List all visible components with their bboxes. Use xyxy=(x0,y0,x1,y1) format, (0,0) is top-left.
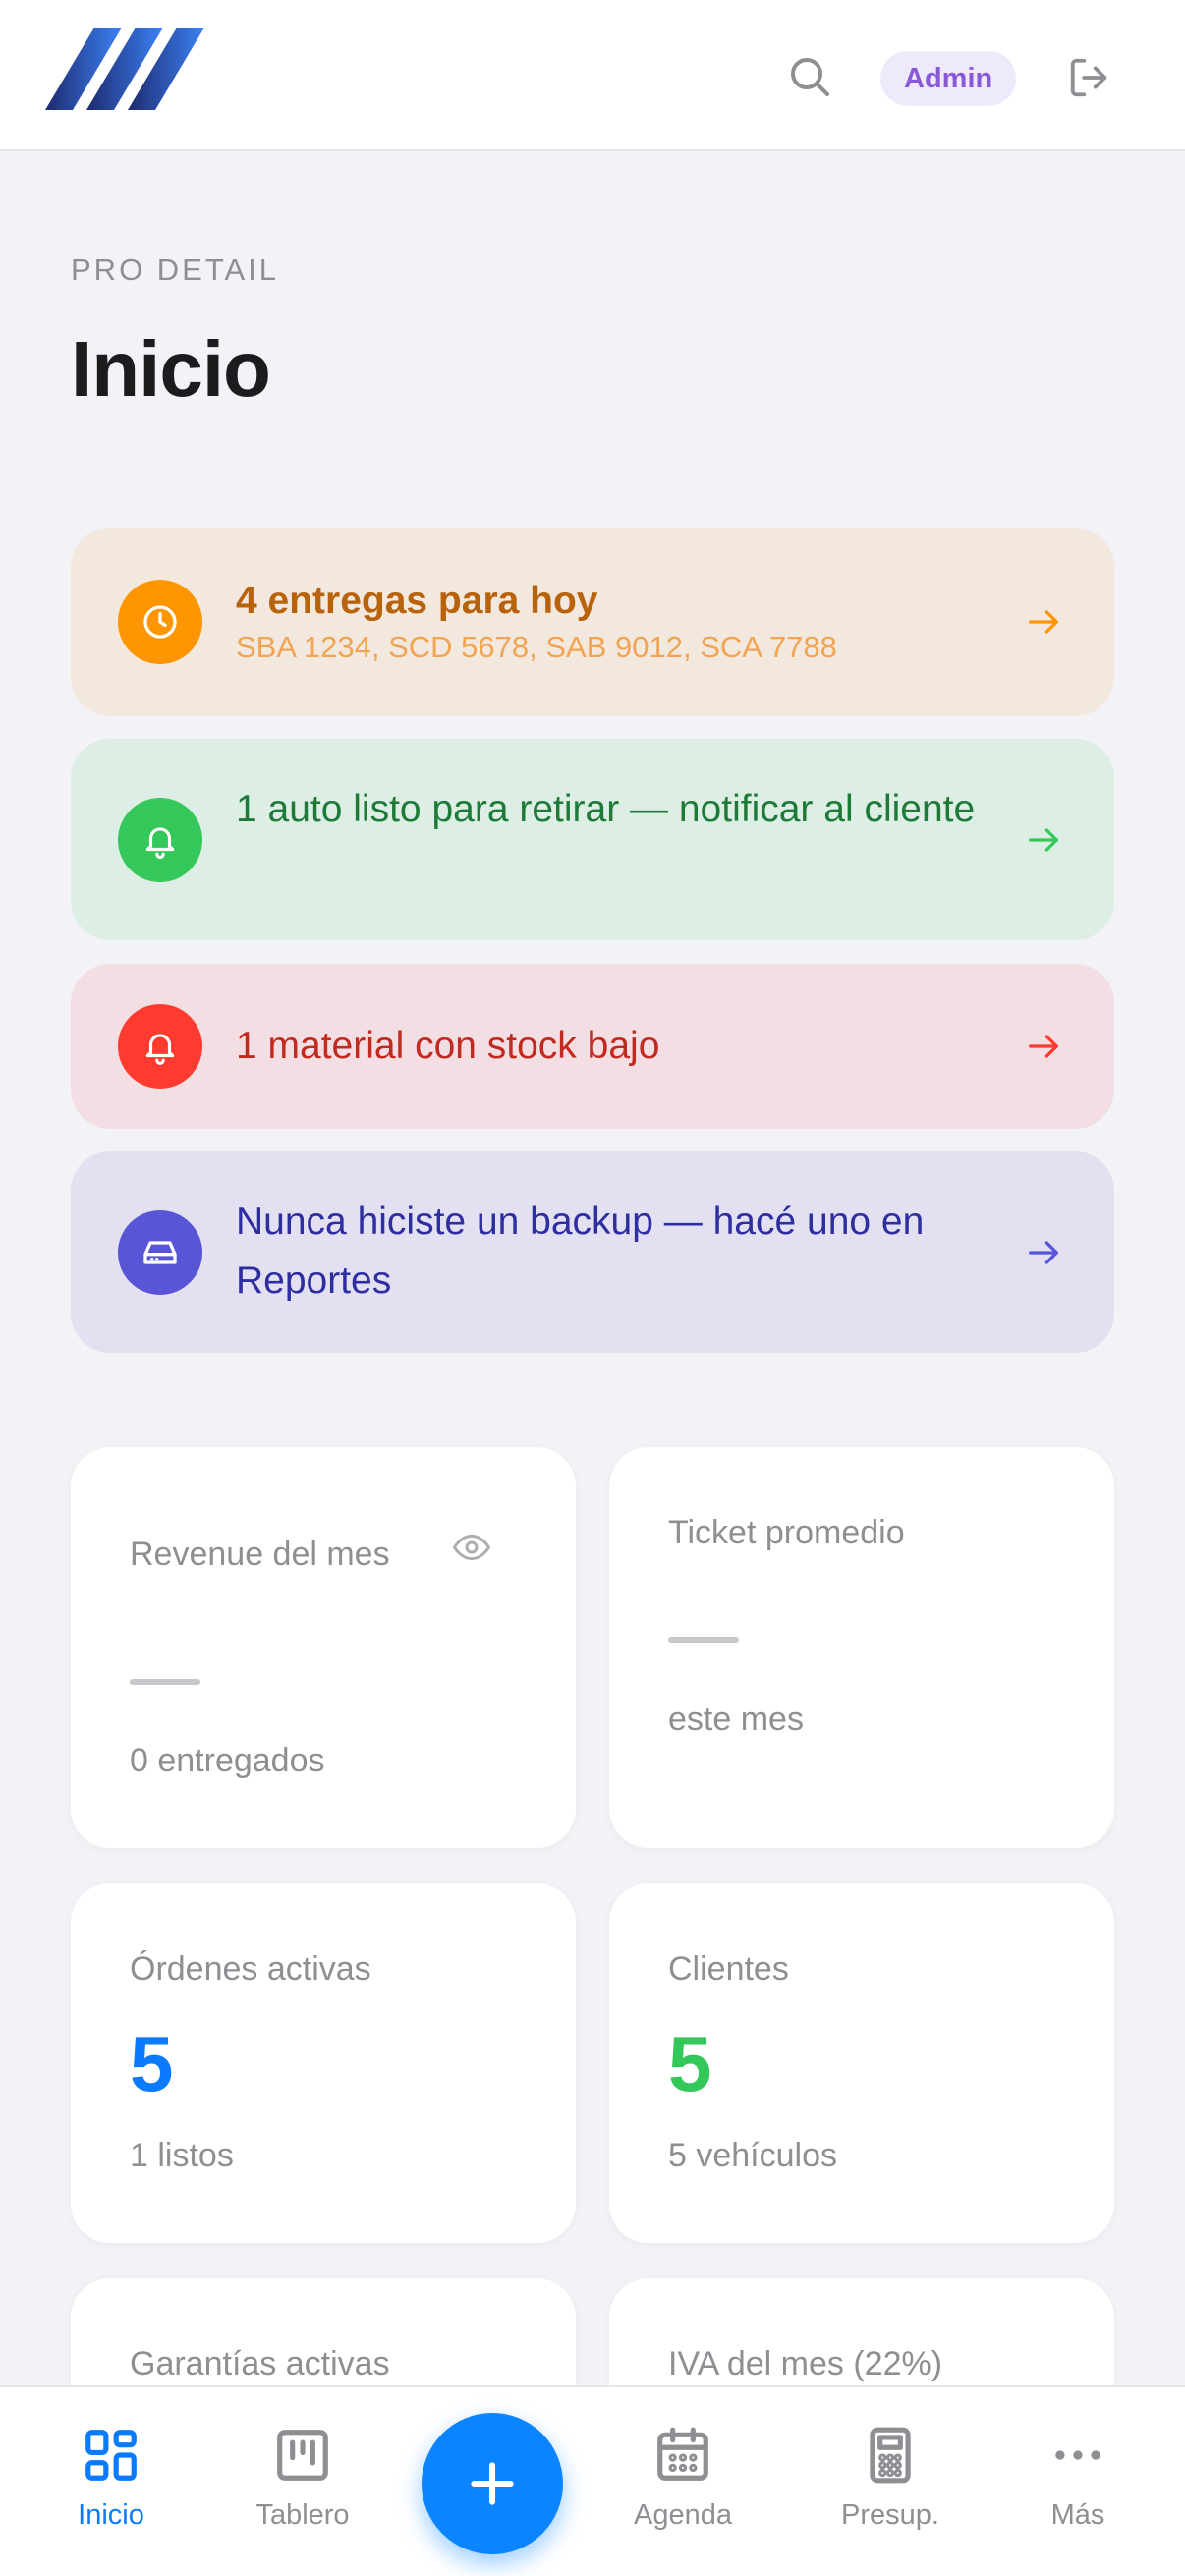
nav-label: Inicio xyxy=(78,2499,144,2531)
plus-icon xyxy=(471,2462,514,2505)
role-badge[interactable]: Admin xyxy=(880,51,1017,106)
alert-low-stock[interactable]: 1 material con stock bajo xyxy=(71,964,1114,1129)
stat-value-hidden xyxy=(130,1679,200,1685)
stat-label: Clientes xyxy=(668,1950,789,1988)
stat-label: Ticket promedio xyxy=(668,1514,905,1551)
nav-label: Más xyxy=(1050,2499,1105,2531)
stat-label: Garantías activas xyxy=(130,2345,390,2382)
nav-item-tablero[interactable]: Tablero xyxy=(224,2425,381,2532)
alert-title: Nunca hiciste un backup — hacé uno en Re… xyxy=(236,1201,925,1302)
stat-card-revenue[interactable]: Revenue del mes 0 entregados xyxy=(71,1447,576,1848)
bottom-nav: Inicio Tablero Agenda Presup. Más xyxy=(0,2385,1185,2576)
kanban-icon xyxy=(277,2430,328,2481)
stat-value: 5 xyxy=(668,2020,712,2107)
bell-icon xyxy=(118,798,202,882)
stat-card-active-orders[interactable]: Órdenes activas 5 1 listos xyxy=(71,1883,576,2243)
nav-item-inicio[interactable]: Inicio xyxy=(32,2425,190,2532)
nav-item-presupuestos[interactable]: Presup. xyxy=(812,2425,969,2532)
hard-drive-icon xyxy=(118,1210,202,1295)
calendar-icon xyxy=(657,2427,708,2481)
stat-sub: 1 listos xyxy=(130,2137,234,2174)
clock-icon xyxy=(118,580,202,664)
arrow-right-icon xyxy=(1029,1035,1058,1058)
stat-card-clients[interactable]: Clientes 5 5 vehículos xyxy=(609,1883,1114,2243)
alert-ready-for-pickup[interactable]: 1 auto listo para retirar — notificar al… xyxy=(71,739,1114,940)
nav-label: Tablero xyxy=(255,2499,350,2531)
logout-icon[interactable] xyxy=(1067,55,1112,100)
stat-value-empty xyxy=(668,1637,739,1643)
nav-label: Agenda xyxy=(634,2499,732,2531)
arrow-right-icon xyxy=(1029,1241,1058,1264)
bell-icon xyxy=(118,1004,202,1089)
page-eyebrow: PRO DETAIL xyxy=(71,252,280,287)
alert-backup[interactable]: Nunca hiciste un backup — hacé uno en Re… xyxy=(71,1151,1114,1353)
alert-title: 4 entregas para hoy xyxy=(236,580,598,622)
arrow-right-icon xyxy=(1029,828,1058,852)
nav-label: Presup. xyxy=(841,2499,939,2531)
grid-icon xyxy=(85,2430,137,2481)
stat-label: Órdenes activas xyxy=(130,1950,371,1988)
stat-value: 5 xyxy=(130,2020,174,2107)
page-title: Inicio xyxy=(71,325,271,413)
stat-sub: este mes xyxy=(668,1701,804,1738)
stat-card-avg-ticket[interactable]: Ticket promedio este mes xyxy=(609,1447,1114,1848)
stat-sub: 0 entregados xyxy=(130,1742,325,1779)
add-button[interactable] xyxy=(422,2413,563,2554)
arrow-right-icon xyxy=(1029,610,1058,634)
alert-subtitle: SBA 1234, SCD 5678, SAB 9012, SCA 7788 xyxy=(236,630,837,664)
search-icon[interactable] xyxy=(786,53,833,100)
stat-label: IVA del mes (22%) xyxy=(668,2345,943,2382)
alert-title: 1 auto listo para retirar — notificar al… xyxy=(236,788,976,830)
more-icon xyxy=(1055,2450,1100,2460)
stat-sub: 5 vehículos xyxy=(668,2137,837,2174)
logo-icon[interactable] xyxy=(45,28,234,112)
alert-title: 1 material con stock bajo xyxy=(236,1025,660,1067)
eye-icon[interactable] xyxy=(452,1528,491,1567)
nav-item-mas[interactable]: Más xyxy=(999,2425,1157,2532)
app-header: Admin xyxy=(0,0,1185,151)
alert-deliveries-today[interactable]: 4 entregas para hoy SBA 1234, SCD 5678, … xyxy=(71,528,1114,716)
stat-label: Revenue del mes xyxy=(130,1536,390,1573)
calculator-icon xyxy=(870,2427,911,2484)
nav-item-agenda[interactable]: Agenda xyxy=(604,2425,762,2532)
